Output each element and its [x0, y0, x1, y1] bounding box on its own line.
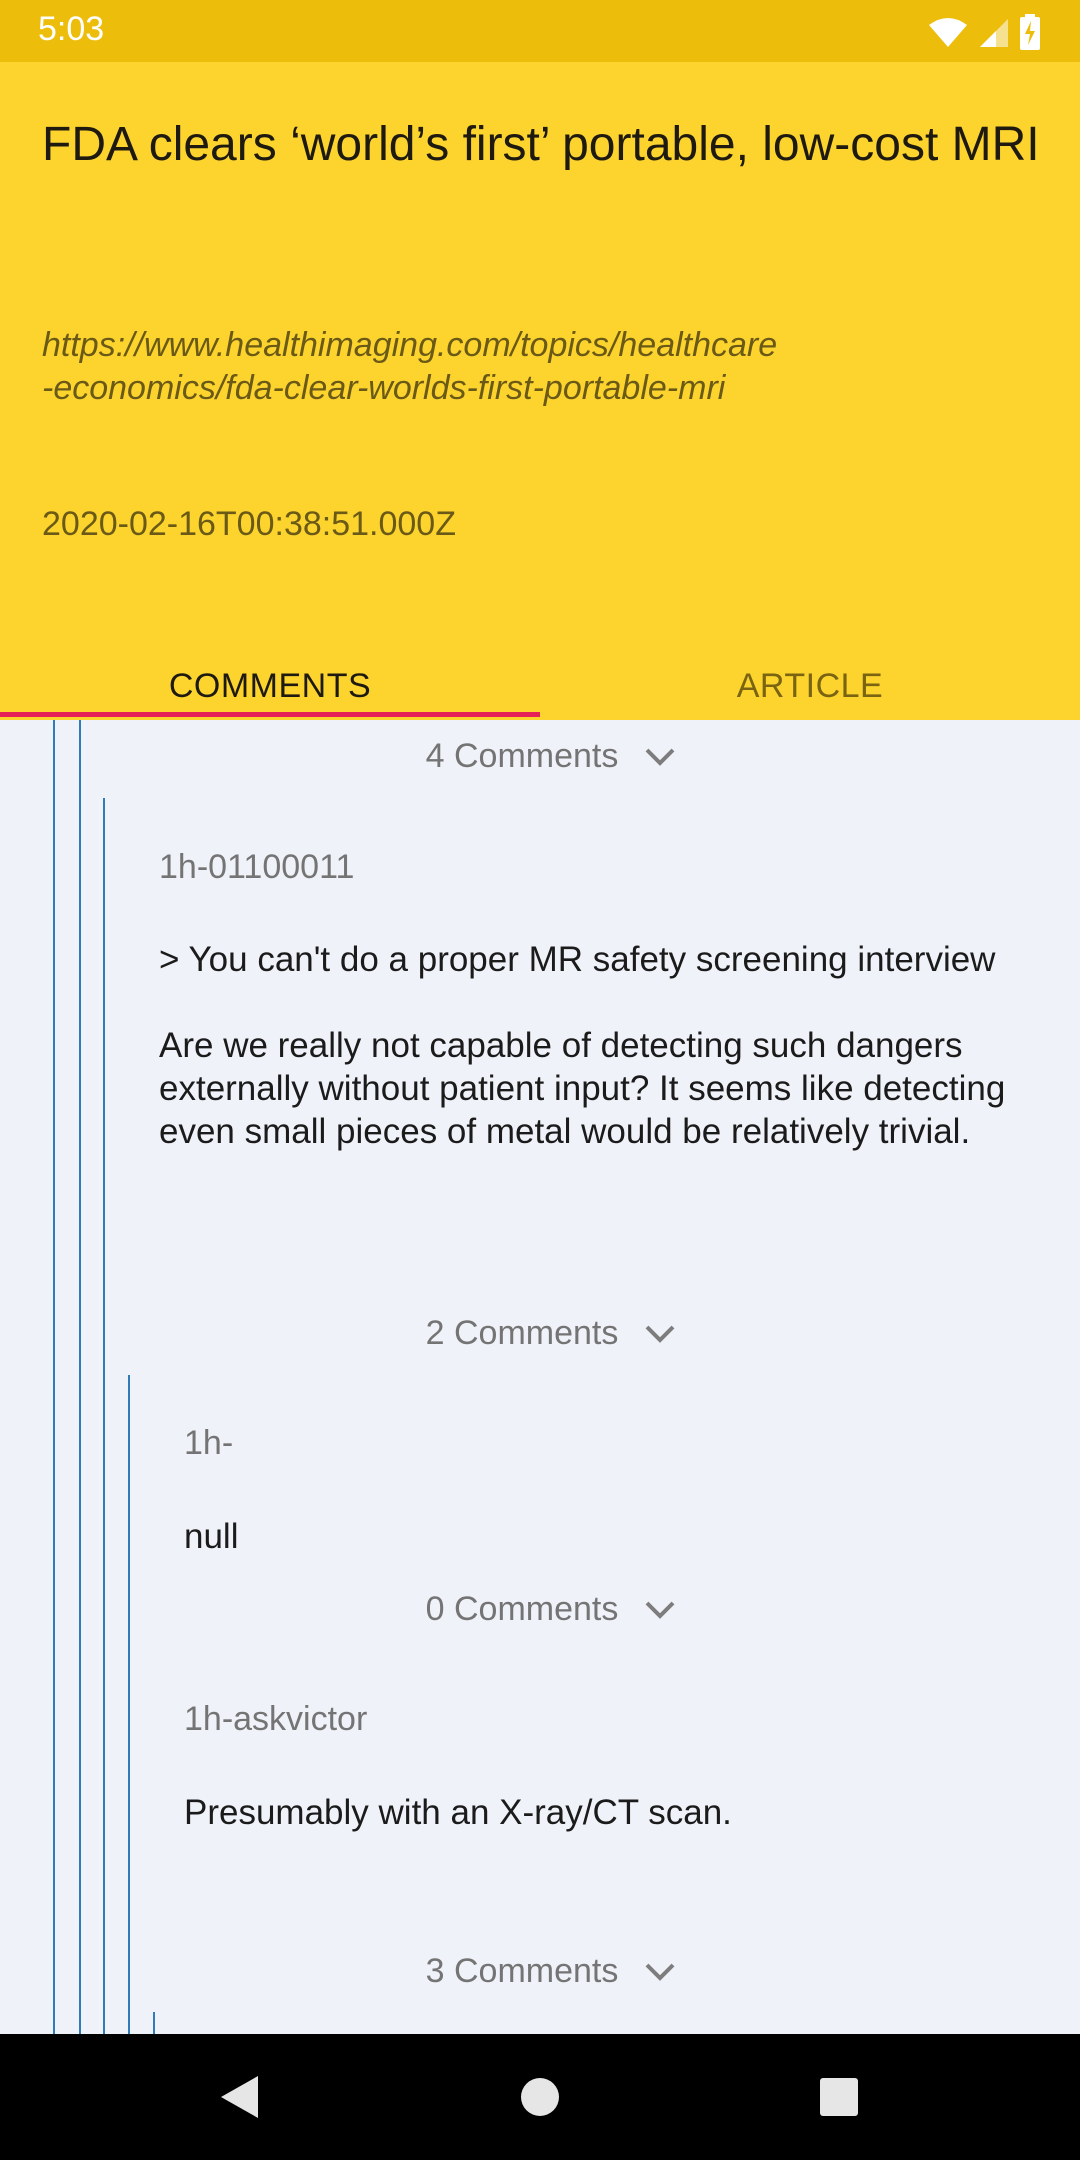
comment-quote: > You can't do a proper MR safety screen… [159, 940, 996, 979]
status-time: 5:03 [38, 10, 105, 48]
comment-count: 3 Comments [425, 1952, 619, 1990]
recents-icon[interactable] [818, 2074, 860, 2120]
system-nav-bar [0, 2034, 1080, 2160]
thread-line [128, 1375, 130, 2034]
comment-count: 2 Comments [425, 1314, 619, 1352]
article-title: FDA clears ‘world’s first’ portable, low… [42, 118, 1040, 171]
comment-text: null [184, 1517, 239, 1556]
tab-comments[interactable]: COMMENTS [0, 652, 540, 720]
article-timestamp: 2020-02-16T00:38:51.000Z [42, 505, 456, 543]
article-url[interactable]: https://www.healthimaging.com/topics/hea… [42, 324, 1042, 410]
cell-signal-icon [980, 19, 1008, 47]
comment-author[interactable]: 1h-askvictor [184, 1700, 367, 1739]
tab-bar: COMMENTS ARTICLE [0, 652, 1080, 720]
chevron-down-icon[interactable] [644, 1600, 676, 1620]
chevron-down-icon[interactable] [644, 1962, 676, 1982]
comment-text: Presumably with an X-ray/CT scan. [184, 1793, 732, 1832]
chevron-down-icon[interactable] [644, 1324, 676, 1344]
comment-count-row[interactable]: 3 Comments [0, 1952, 1080, 2002]
thread-line [153, 2012, 155, 2034]
battery-charging-icon [1020, 14, 1040, 50]
comment-text: Are we really not capable of detecting s… [159, 1026, 1006, 1151]
comment-body: > You can't do a proper MR safety screen… [159, 938, 1059, 1196]
thread-line [79, 720, 81, 2034]
wifi-icon [929, 18, 967, 47]
article-header: FDA clears ‘world’s first’ portable, low… [0, 62, 1080, 720]
chevron-down-icon[interactable] [644, 747, 676, 767]
comment-count-row[interactable]: 4 Comments [0, 737, 1080, 787]
tab-article[interactable]: ARTICLE [540, 652, 1080, 720]
status-icons [928, 12, 1040, 52]
tab-indicator [0, 712, 540, 717]
comment-count-row[interactable]: 0 Comments [0, 1590, 1080, 1640]
comment-author[interactable]: 1h-01100011 [159, 848, 354, 887]
article-url-line-1: https://www.healthimaging.com/topics/hea… [42, 326, 778, 364]
status-bar: 5:03 [0, 0, 1080, 62]
article-url-line-2: -economics/fda-clear-worlds-first-portab… [42, 369, 726, 407]
back-icon[interactable] [218, 2074, 260, 2120]
home-icon[interactable] [520, 2074, 560, 2120]
comment-count: 4 Comments [425, 737, 619, 775]
thread-line [103, 798, 105, 2034]
thread-line [53, 720, 55, 2034]
comment-count: 0 Comments [425, 1590, 619, 1628]
comment-author[interactable]: 1h- [184, 1424, 233, 1463]
comment-count-row[interactable]: 2 Comments [0, 1314, 1080, 1364]
